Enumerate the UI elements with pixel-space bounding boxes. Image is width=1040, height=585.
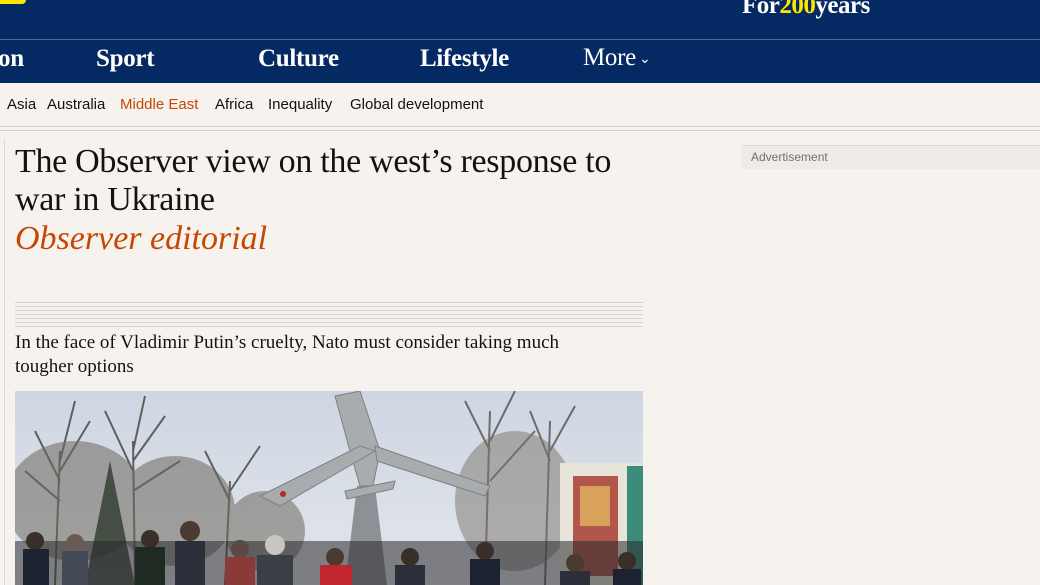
article-byline[interactable]: Observer editorial	[15, 220, 267, 258]
nav-more-button[interactable]: More ⌄	[583, 44, 651, 72]
content-edge-rule	[4, 140, 5, 585]
anniversary-tagline: For200years	[742, 0, 870, 20]
tagline-suffix: years	[815, 0, 870, 19]
monument-photo	[15, 391, 643, 585]
nav-item-opinion[interactable]: on	[0, 45, 24, 73]
nav-item-lifestyle[interactable]: Lifestyle	[420, 45, 509, 73]
subnav-item-asia[interactable]: Asia	[7, 96, 36, 113]
subnav-item-middle-east[interactable]: Middle East	[120, 96, 198, 113]
article-main-image	[15, 391, 643, 585]
subnav-rule-bottom	[0, 130, 1040, 131]
advertisement-label: Advertisement	[751, 150, 828, 164]
nav-more-label: More	[583, 44, 636, 71]
decorative-multiline-rule	[15, 302, 643, 330]
subnav-item-global-development[interactable]: Global development	[350, 96, 483, 113]
subnav-item-africa[interactable]: Africa	[215, 96, 253, 113]
section-subnav: Asia Australia Middle East Africa Inequa…	[0, 83, 1040, 131]
subnav-item-inequality[interactable]: Inequality	[268, 96, 332, 113]
tagline-prefix: For	[742, 0, 780, 19]
subnav-rule-top	[0, 126, 1040, 127]
advertisement-slot: Advertisement	[742, 145, 1040, 169]
pillar-nav: on Sport Culture Lifestyle More ⌄	[0, 40, 1040, 83]
tagline-accent: 200	[779, 0, 816, 19]
masthead: For200years	[0, 0, 1040, 40]
masthead-yellow-chip	[0, 0, 26, 4]
article-headline: The Observer view on the west’s response…	[15, 143, 612, 218]
subnav-item-australia[interactable]: Australia	[47, 96, 105, 113]
article-standfirst: In the face of Vladimir Putin’s cruelty,…	[15, 332, 560, 377]
nav-item-sport[interactable]: Sport	[96, 45, 155, 73]
nav-item-culture[interactable]: Culture	[258, 45, 339, 73]
chevron-down-icon: ⌄	[638, 51, 651, 67]
